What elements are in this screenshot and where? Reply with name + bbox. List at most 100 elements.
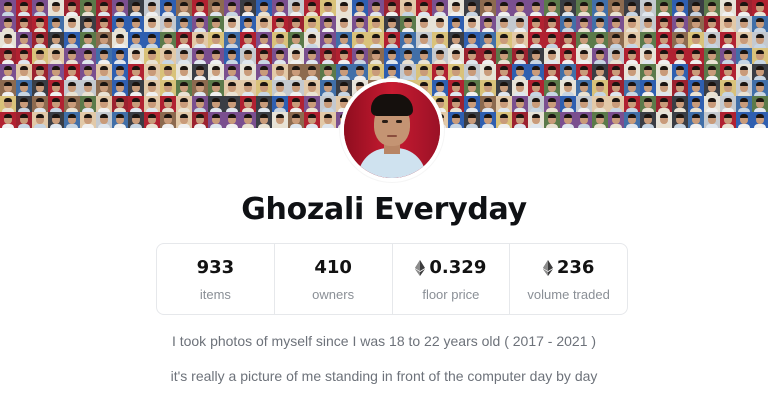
collage-photo-tile xyxy=(160,32,176,48)
collage-photo-tile xyxy=(736,80,752,96)
collage-photo-tile xyxy=(544,0,560,16)
collage-photo-tile xyxy=(32,0,48,16)
collage-photo-tile xyxy=(48,16,64,32)
collage-photo-tile xyxy=(752,112,768,128)
collage-photo-tile xyxy=(224,16,240,32)
collage-photo-tile xyxy=(320,0,336,16)
collage-photo-tile xyxy=(704,0,720,16)
collage-photo-tile xyxy=(144,64,160,80)
collage-photo-tile xyxy=(720,80,736,96)
collage-photo-tile xyxy=(688,48,704,64)
collage-photo-tile xyxy=(80,80,96,96)
collage-photo-tile xyxy=(576,48,592,64)
collage-photo-tile xyxy=(656,0,672,16)
collage-photo-tile xyxy=(160,80,176,96)
collage-photo-tile xyxy=(288,32,304,48)
collage-photo-tile xyxy=(720,96,736,112)
collage-photo-tile xyxy=(256,16,272,32)
collage-photo-tile xyxy=(272,48,288,64)
collage-photo-tile xyxy=(528,48,544,64)
collage-photo-tile xyxy=(512,64,528,80)
stat-owners-value: 410 xyxy=(314,257,352,279)
collage-photo-tile xyxy=(0,96,16,112)
collage-photo-tile xyxy=(480,48,496,64)
collage-photo-tile xyxy=(48,80,64,96)
collage-photo-tile xyxy=(560,16,576,32)
collage-photo-tile xyxy=(432,48,448,64)
collage-photo-tile xyxy=(528,112,544,128)
collage-photo-tile xyxy=(432,16,448,32)
collage-photo-tile xyxy=(560,80,576,96)
collage-photo-tile xyxy=(608,16,624,32)
collage-photo-tile xyxy=(496,16,512,32)
collage-photo-tile xyxy=(64,32,80,48)
collage-photo-tile xyxy=(544,112,560,128)
collage-photo-tile xyxy=(752,80,768,96)
collage-photo-tile xyxy=(496,0,512,16)
collage-photo-tile xyxy=(80,32,96,48)
collage-photo-tile xyxy=(560,48,576,64)
stat-owners[interactable]: 410 owners xyxy=(275,244,393,314)
collage-photo-tile xyxy=(112,16,128,32)
collage-photo-tile xyxy=(672,0,688,16)
stat-items[interactable]: 933 items xyxy=(157,244,275,314)
ethereum-icon xyxy=(415,259,426,276)
collage-photo-tile xyxy=(576,96,592,112)
collage-photo-tile xyxy=(48,32,64,48)
collage-photo-tile xyxy=(160,0,176,16)
collage-photo-tile xyxy=(160,96,176,112)
collage-photo-tile xyxy=(448,112,464,128)
collage-photo-tile xyxy=(432,64,448,80)
floor-price-amount: 0.329 xyxy=(429,257,487,278)
collage-photo-tile xyxy=(448,48,464,64)
collage-photo-tile xyxy=(96,64,112,80)
collage-photo-tile xyxy=(288,80,304,96)
collage-photo-tile xyxy=(112,96,128,112)
collage-photo-tile xyxy=(224,112,240,128)
collage-photo-tile xyxy=(0,0,16,16)
collage-photo-tile xyxy=(496,64,512,80)
collage-photo-tile xyxy=(448,0,464,16)
collage-photo-tile xyxy=(48,64,64,80)
collage-photo-tile xyxy=(448,16,464,32)
collage-photo-tile xyxy=(416,16,432,32)
collage-photo-tile xyxy=(256,64,272,80)
owners-count: 410 xyxy=(314,257,352,278)
collage-photo-tile xyxy=(688,80,704,96)
collage-photo-tile xyxy=(480,112,496,128)
collage-photo-tile xyxy=(176,80,192,96)
collage-photo-tile xyxy=(608,96,624,112)
stat-volume-traded[interactable]: 236 volume traded xyxy=(510,244,627,314)
collage-photo-tile xyxy=(640,64,656,80)
collage-photo-tile xyxy=(336,32,352,48)
collage-photo-tile xyxy=(0,80,16,96)
collection-avatar[interactable] xyxy=(340,78,444,182)
collage-photo-tile xyxy=(272,32,288,48)
stat-floor-price[interactable]: 0.329 floor price xyxy=(393,244,511,314)
collage-photo-tile xyxy=(240,80,256,96)
collage-photo-tile xyxy=(368,64,384,80)
collage-photo-tile xyxy=(608,0,624,16)
collage-photo-tile xyxy=(256,112,272,128)
collage-photo-tile xyxy=(576,0,592,16)
collage-photo-tile xyxy=(320,112,336,128)
collage-photo-tile xyxy=(640,80,656,96)
collage-photo-tile xyxy=(480,80,496,96)
collage-photo-tile xyxy=(624,64,640,80)
collage-photo-tile xyxy=(528,96,544,112)
collage-photo-tile xyxy=(608,80,624,96)
collection-description-line-2: it's really a picture of me standing in … xyxy=(170,368,598,384)
collage-photo-tile xyxy=(448,80,464,96)
collage-photo-tile xyxy=(240,96,256,112)
collage-photo-tile xyxy=(224,32,240,48)
stat-volume-traded-value: 236 xyxy=(542,257,594,279)
collage-photo-tile xyxy=(512,48,528,64)
collage-photo-tile xyxy=(288,48,304,64)
collage-photo-tile xyxy=(320,32,336,48)
collage-photo-tile xyxy=(480,96,496,112)
collage-photo-tile xyxy=(176,16,192,32)
collage-photo-tile xyxy=(464,0,480,16)
collage-photo-tile xyxy=(208,80,224,96)
collage-photo-tile xyxy=(736,48,752,64)
collage-photo-tile xyxy=(736,32,752,48)
